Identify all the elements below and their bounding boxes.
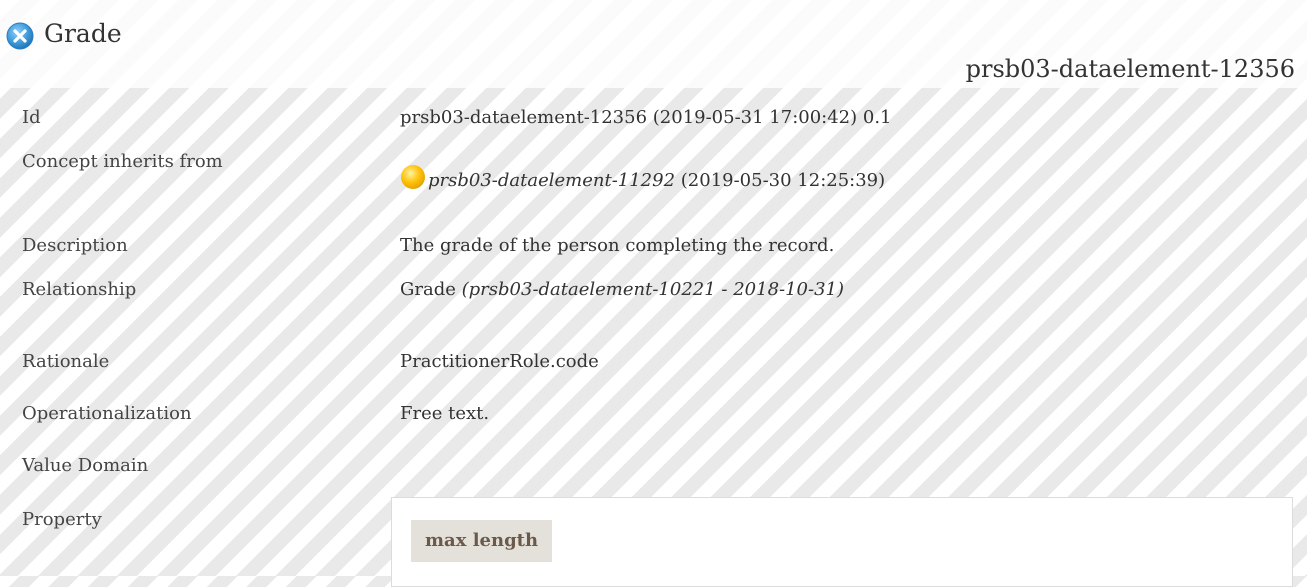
row-value-domain: Value Domain [0,444,1307,488]
status-dot-icon [401,165,425,189]
row-label: Concept inherits from [22,151,223,172]
inherited-concept-link[interactable]: prsb03-dataelement-11292 [428,170,675,191]
page-header: Grade prsb03-dataelement-12356 [0,0,1307,88]
row-value: prsb03-dataelement-11292 (2019-05-30 12:… [400,164,885,192]
page-title: Grade [44,19,122,48]
row-value: Grade (prsb03-dataelement-10221 - 2018-1… [400,279,844,301]
row-label: Operationalization [22,403,192,424]
row-label: Id [22,107,41,128]
row-operationalization: Operationalization Free text. [0,392,1307,436]
inherited-concept-date: (2019-05-30 12:25:39) [675,170,886,191]
property-column-header: max length [411,520,553,562]
row-label: Description [22,235,128,256]
row-value: The grade of the person completing the r… [400,235,835,256]
property-table: max length [391,497,1293,587]
relationship-reference[interactable]: (prsb03-dataelement-10221 - 2018-10-31) [462,279,844,300]
row-label: Rationale [22,351,110,372]
close-icon[interactable] [6,22,34,50]
row-label: Value Domain [22,455,149,476]
row-description: Description The grade of the person comp… [0,224,1307,268]
row-value: Free text. [400,403,490,424]
row-label: Relationship [22,279,137,300]
row-value: prsb03-dataelement-12356 (2019-05-31 17:… [400,107,892,128]
row-rationale: Rationale PractitionerRole.code [0,340,1307,384]
row-id: Id prsb03-dataelement-12356 (2019-05-31 … [0,96,1307,140]
element-id-heading: prsb03-dataelement-12356 [965,55,1295,83]
row-concept-inherits: Concept inherits from prsb03-dataelement… [0,140,1307,191]
row-relationship: Relationship Grade (prsb03-dataelement-1… [0,268,1307,312]
row-value: PractitionerRole.code [400,351,599,372]
row-label: Property [22,509,102,530]
relationship-name: Grade [400,279,462,300]
